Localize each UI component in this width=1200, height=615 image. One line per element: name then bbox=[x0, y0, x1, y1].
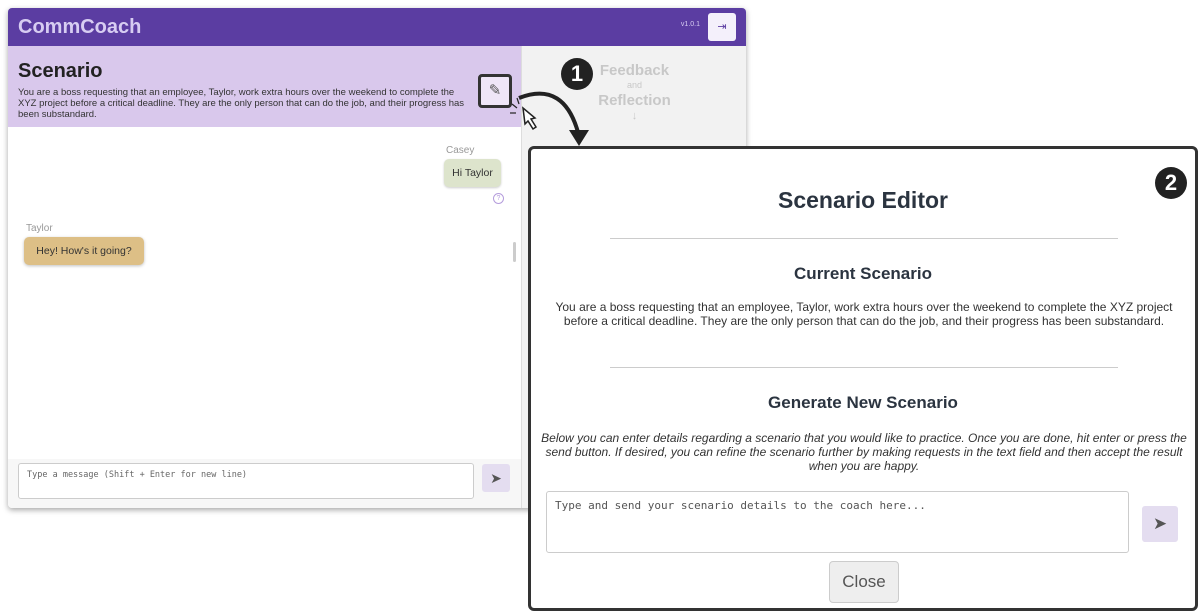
message-bubble-bot: Hey! How's it going? bbox=[24, 237, 144, 265]
chat-area: Casey Hi Taylor ? Taylor Hey! How's it g… bbox=[8, 127, 521, 459]
generate-scenario-heading: Generate New Scenario bbox=[768, 393, 958, 412]
message-input[interactable] bbox=[18, 463, 474, 499]
chat-scrollbar[interactable] bbox=[513, 242, 516, 262]
generate-instructions: Below you can enter details regarding a … bbox=[541, 431, 1187, 473]
close-button[interactable]: Close bbox=[829, 561, 899, 603]
message-input-bar: ➤ bbox=[8, 459, 521, 508]
message-bubble-user: Hi Taylor bbox=[444, 159, 501, 187]
send-icon: ➤ bbox=[490, 470, 502, 486]
logout-icon: ⇥ bbox=[717, 21, 727, 33]
current-scenario-text: You are a boss requesting that an employ… bbox=[555, 300, 1173, 328]
send-scenario-button[interactable]: ➤ bbox=[1142, 506, 1178, 542]
divider bbox=[610, 367, 1118, 368]
annotation-badge: 2 bbox=[1155, 167, 1187, 199]
divider bbox=[610, 238, 1118, 239]
pencil-icon: ✎ bbox=[488, 82, 502, 99]
scenario-details-input[interactable] bbox=[546, 491, 1129, 553]
scenario-description: You are a boss requesting that an employ… bbox=[18, 87, 465, 120]
message-sender: Taylor bbox=[26, 223, 53, 234]
message-sender: Casey bbox=[446, 145, 475, 156]
app-title: CommCoach bbox=[18, 16, 142, 38]
current-scenario-heading: Current Scenario bbox=[794, 264, 932, 283]
feedback-title: Feedback bbox=[599, 62, 670, 79]
help-icon[interactable]: ? bbox=[493, 193, 504, 204]
version-label: v1.0.1 bbox=[680, 21, 700, 28]
modal-title: Scenario Editor bbox=[778, 187, 948, 213]
scenario-editor-modal: Scenario Editor Current Scenario You are… bbox=[528, 146, 1198, 611]
logout-button[interactable]: ⇥ bbox=[708, 13, 736, 41]
send-button[interactable]: ➤ bbox=[482, 464, 510, 492]
send-icon: ➤ bbox=[1152, 514, 1168, 533]
scenario-panel: Scenario You are a boss requesting that … bbox=[8, 46, 521, 127]
top-bar: CommCoach v1.0.1 ⇥ bbox=[8, 8, 746, 46]
scenario-heading: Scenario bbox=[18, 60, 103, 82]
annotation-arrow bbox=[510, 91, 589, 146]
